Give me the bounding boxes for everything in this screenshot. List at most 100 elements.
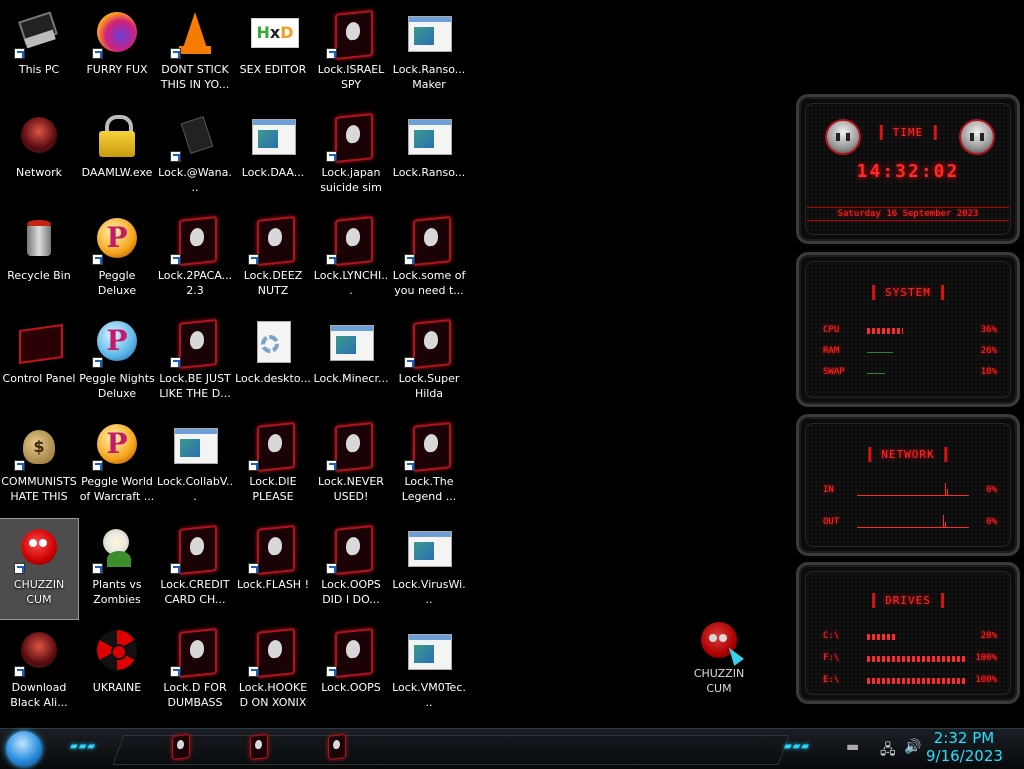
taskbar-item-lock-app[interactable]: [322, 733, 352, 763]
desktop-icon-lock-hooked[interactable]: Lock.HOOKED ON XONIX: [234, 622, 312, 722]
drives-widget[interactable]: DRIVES C:\ 28% F:\ 100% E:\ 100%: [796, 562, 1020, 704]
alien-lock-icon: [326, 628, 375, 678]
taskbar-track: [112, 735, 790, 765]
desktop-icon-lock-japan[interactable]: Lock.japan suicide sim: [312, 107, 390, 207]
row-value: 18%: [980, 367, 997, 377]
network-widget[interactable]: NETWORK IN 0% OUT 0%: [796, 414, 1020, 556]
desktop-icon-lock-daa[interactable]: Lock.DAA...: [234, 107, 312, 207]
desktop-icon-download-black-alien[interactable]: Download Black Ali...: [0, 622, 78, 722]
icon-label: Lock.deskto...: [235, 372, 311, 385]
desktop-icon-plants-vs-zombies[interactable]: Plants vs Zombies: [78, 519, 156, 619]
desktop-icon-lock-2paca[interactable]: Lock.2PACA... 2.3: [156, 210, 234, 310]
desktop-icon-chuzzin-cum[interactable]: CHUZZIN CUM: [0, 518, 79, 620]
alien-lock-icon: [170, 216, 219, 266]
desktop-icon-lock-oops[interactable]: Lock.OOPS: [312, 622, 390, 722]
desktop-icon-lock-d-for-dumbass[interactable]: Lock.D FOR DUMBASS: [156, 622, 234, 722]
desktop-icon-lock-never-used[interactable]: Lock.NEVER USED!: [312, 416, 390, 516]
volume-tray-icon[interactable]: 🔊: [904, 739, 921, 755]
row-name: OUT: [823, 517, 840, 527]
window-app-icon: [405, 525, 453, 573]
icon-label: Lock.The Legend ...: [401, 475, 457, 503]
desktop-icon-lock-wana[interactable]: Lock.@Wana...: [156, 107, 234, 207]
alien-lock-icon: [328, 734, 346, 760]
row-name: CPU: [823, 325, 840, 335]
alien-lock-icon: [248, 422, 297, 472]
start-button[interactable]: [6, 731, 42, 767]
drive-c-bar: [867, 634, 895, 640]
row-name: RAM: [823, 346, 840, 356]
row-name: IN: [823, 485, 834, 495]
desktop-icon-lock-die-please[interactable]: Lock.DIE PLEASE: [234, 416, 312, 516]
show-hidden-icons-icon[interactable]: ▬: [846, 739, 859, 755]
dragged-icon-chuzzin-cum[interactable]: CHUZZIN CUM: [680, 612, 758, 712]
row-name: C:\: [823, 631, 840, 641]
row-value: 26%: [980, 346, 997, 356]
icon-label: COMMUNISTS HATE THIS G...: [1, 475, 77, 503]
desktop-icon-peggle-wow[interactable]: P Peggle World of Warcraft ...: [78, 416, 156, 516]
desktop-icon-peggle-nights[interactable]: P Peggle Nights Deluxe: [78, 313, 156, 413]
desktop-icon-dont-stick[interactable]: DONT STICK THIS IN YO...: [156, 4, 234, 104]
icon-label: Peggle World of Warcraft ...: [79, 475, 155, 503]
taskbar-clock[interactable]: 2:32 PM 9/16/2023: [926, 729, 1003, 765]
desktop-icon-furry-fux[interactable]: FURRY FUX: [78, 4, 156, 104]
widget-title: SYSTEM: [872, 285, 944, 300]
desktop-icon-lock-some-of-you[interactable]: Lock.some of you need t...: [390, 210, 468, 310]
network-tray-icon[interactable]: 🖧: [880, 739, 896, 763]
taskbar-item-lock-app[interactable]: [166, 733, 196, 763]
desktop-icon-sex-editor[interactable]: HxD SEX EDITOR: [234, 4, 312, 104]
desktop-icon-lock-deez-nutz[interactable]: Lock.DEEZ NUTZ: [234, 210, 312, 310]
desktop-icon-lock-oops-did[interactable]: Lock.OOPS DID I DO...: [312, 519, 390, 619]
clock-date: 9/16/2023: [926, 747, 1003, 765]
desktop-icon-lock-ranso[interactable]: Lock.Ranso...: [390, 107, 468, 207]
icon-label: Lock.DEEZ NUTZ: [243, 269, 303, 297]
icon-label: Peggle Nights Deluxe: [79, 372, 155, 400]
system-widget[interactable]: SYSTEM CPU 36% RAM 26% SWAP 18%: [796, 252, 1020, 407]
desktop-icon-network[interactable]: Network: [0, 107, 78, 207]
icon-label: DAAMLW.exe: [81, 166, 153, 179]
icon-label: Lock.DAA...: [241, 166, 305, 179]
desktop-icon-peggle-deluxe[interactable]: P Peggle Deluxe: [78, 210, 156, 310]
desktop-icon-communists[interactable]: $ COMMUNISTS HATE THIS G...: [0, 416, 78, 516]
desktop-icon-lock-super-hilda[interactable]: Lock.Super Hilda: [390, 313, 468, 413]
alien-lock-icon: [326, 113, 375, 163]
window-app-icon: [405, 628, 453, 676]
settings-file-icon: [249, 319, 297, 367]
desktop-icon-lock-desktop[interactable]: Lock.deskto...: [234, 313, 312, 413]
icon-label: CHUZZIN CUM: [693, 667, 745, 695]
icon-label: Lock.Super Hilda: [398, 372, 460, 400]
desktop-icon-lock-credit-card[interactable]: Lock.CREDIT CARD CH...: [156, 519, 234, 619]
desktop[interactable]: This PC Network Recycle Bin Control Pane…: [0, 0, 1024, 728]
desktop-icon-lock-the-legend[interactable]: Lock.The Legend ...: [390, 416, 468, 516]
control-panel-icon: [15, 319, 63, 367]
desktop-icon-lock-viruswi[interactable]: Lock.VirusWi...: [390, 519, 468, 619]
desktop-icon-recycle-bin[interactable]: Recycle Bin: [0, 210, 78, 310]
window-app-icon: [327, 319, 375, 367]
icon-label: Plants vs Zombies: [92, 578, 142, 606]
drive-row-e: E:\ 100%: [823, 675, 997, 689]
desktop-icon-lock-flash[interactable]: Lock.FLASH !: [234, 519, 312, 619]
desktop-icon-this-pc[interactable]: This PC: [0, 4, 78, 104]
clock-time: 2:32 PM: [933, 729, 995, 747]
icon-label: Lock.@Wana...: [158, 166, 232, 194]
desktop-icon-lock-be-just[interactable]: Lock.BE JUST LIKE THE D...: [156, 313, 234, 413]
network-out-graph: [857, 511, 969, 528]
desktop-icon-lock-lynchi[interactable]: Lock.LYNCHI...: [312, 210, 390, 310]
desktop-icon-lock-vm0tec[interactable]: Lock.VM0Tec...: [390, 622, 468, 722]
taskbar[interactable]: ▰▰▰ ▰▰▰ ▬ 🖧 🔊 2:32 PM 9/16/2023: [0, 728, 1024, 769]
desktop-icon-ukraine[interactable]: UKRAINE: [78, 622, 156, 722]
desktop-icon-lock-ranso-maker[interactable]: Lock.Ranso... Maker Builde...: [390, 4, 468, 104]
desktop-icon-lock-collabv[interactable]: Lock.CollabV...: [156, 416, 234, 516]
row-name: SWAP: [823, 367, 845, 377]
ram-bar: [867, 352, 893, 353]
time-widget[interactable]: TIME 14:32:02 Saturday 16 September 2023: [796, 94, 1020, 244]
taskbar-item-lock-app[interactable]: [244, 733, 274, 763]
desktop-icon-daamlw[interactable]: DAAMLW.exe: [78, 107, 156, 207]
icon-label: Lock.LYNCHI...: [313, 269, 389, 297]
row-name: F:\: [823, 653, 840, 663]
desktop-icon-lock-israel-spy[interactable]: Lock.ISRAEL SPY: [312, 4, 390, 104]
desktop-icon-control-panel[interactable]: Control Panel: [0, 313, 78, 413]
recycle-bin-icon: [15, 216, 63, 264]
icon-label: Lock.HOOKED ON XONIX: [238, 681, 308, 709]
system-row-swap: SWAP 18%: [823, 367, 997, 381]
desktop-icon-lock-minecr[interactable]: Lock.Minecr...: [312, 313, 390, 413]
